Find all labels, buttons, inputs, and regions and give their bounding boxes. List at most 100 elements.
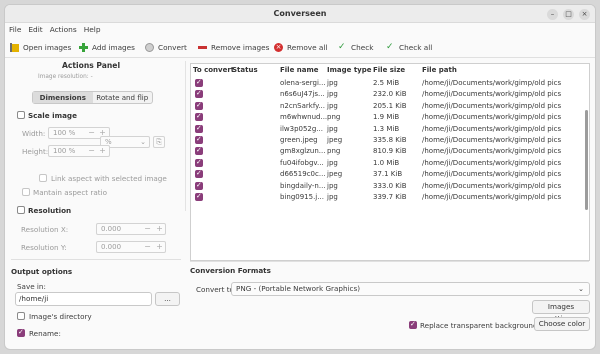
menu-help[interactable]: Help (80, 23, 104, 34)
open-images-button[interactable]: Open images (10, 41, 71, 53)
close-icon[interactable]: × (579, 9, 590, 20)
tab-rotate-flip[interactable]: Rotate and flip (93, 92, 153, 103)
row-file-path: /home/ji/Documents/work/gimp/old pics (422, 101, 562, 110)
save-in-value: /home/ji (19, 294, 49, 303)
row-checkbox[interactable] (195, 89, 203, 99)
remove-images-button[interactable]: Remove images (198, 41, 269, 53)
unit-link-icon[interactable]: ⎘ (153, 136, 165, 148)
menu-actions[interactable]: Actions (46, 23, 80, 34)
table-row[interactable]: n6s6uJ47js...jpg 232.0 KiB/home/ji/Docume… (191, 89, 581, 100)
maintain-aspect-checkbox[interactable] (22, 188, 30, 196)
remove-all-button[interactable]: × Remove all (274, 41, 327, 53)
add-images-button[interactable]: Add images (79, 41, 135, 53)
output-options-title: Output options (11, 267, 73, 276)
menu-edit[interactable]: Edit (24, 23, 45, 34)
scale-image-checkbox[interactable] (17, 111, 25, 119)
menu-file[interactable]: File (5, 23, 24, 34)
resolution-y-decrease-button[interactable]: − (143, 242, 152, 252)
row-file-path: /home/ji/Documents/work/gimp/old pics (422, 193, 562, 201)
actions-panel-title: Actions Panel (62, 61, 121, 70)
col-file-name[interactable]: File name (280, 66, 319, 74)
check-button[interactable]: ✓ Check (338, 41, 373, 53)
titlebar: Converseen – □ × (5, 5, 595, 23)
col-to-convert[interactable]: To convert (193, 66, 234, 74)
format-value: PNG - (Portable Network Graphics) (236, 284, 361, 293)
row-image-type: jpg (327, 90, 338, 99)
resolution-checkbox[interactable] (17, 206, 25, 214)
height-label: Height: (22, 147, 49, 156)
row-file-size: 2.5 MiB (373, 79, 400, 87)
table-row[interactable]: ilw3p052g... jpg 1.3 MiB/home/ji/Documents… (191, 124, 581, 135)
col-file-path[interactable]: File path (422, 66, 457, 74)
save-in-field[interactable]: /home/ji (15, 292, 152, 306)
row-file-name: ilw3p052g... (280, 124, 323, 133)
width-decrease-button[interactable]: − (87, 128, 96, 138)
maximize-icon[interactable]: □ (563, 9, 574, 20)
table-row[interactable]: gm8xglzun...png 810.9 KiB/home/ji/Documen… (191, 146, 581, 157)
window-title: Converseen (273, 9, 327, 18)
chevron-down-icon: ⌄ (140, 138, 146, 146)
panel-splitter[interactable] (185, 61, 186, 211)
row-checkbox[interactable] (195, 135, 203, 144)
minimize-icon[interactable]: – (547, 9, 558, 20)
row-file-path: /home/ji/Documents/work/gimp/old pics (422, 113, 562, 122)
resolution-label: Resolution (28, 206, 72, 215)
height-increase-button[interactable]: + (98, 146, 107, 156)
table-scrollbar[interactable] (585, 110, 588, 210)
images-directory-checkbox[interactable] (17, 312, 25, 320)
table-row[interactable]: d66519c0c...jpeg 37.1 KiB/home/ji/Documen… (191, 169, 581, 180)
col-file-size[interactable]: File size (373, 66, 405, 74)
actions-tabs: Dimensions Rotate and flip (32, 91, 153, 104)
actions-panel: Actions Panel Image resolution: - Dimens… (5, 57, 185, 349)
browse-button[interactable]: ... (155, 292, 180, 306)
row-checkbox[interactable] (195, 146, 203, 156)
row-image-type: jpg (327, 181, 338, 190)
row-file-path: /home/ji/Documents/work/gimp/old pics (422, 79, 562, 87)
resolution-y-increase-button[interactable]: + (155, 242, 164, 252)
row-file-path: /home/ji/Documents/work/gimp/old pics (422, 158, 562, 167)
row-checkbox[interactable] (195, 101, 203, 110)
row-checkbox[interactable] (195, 181, 203, 190)
replace-background-checkbox[interactable] (409, 320, 417, 329)
row-checkbox[interactable] (195, 124, 203, 133)
tab-dimensions[interactable]: Dimensions (33, 92, 93, 103)
images-settings-button[interactable]: Images settings (532, 300, 590, 323)
chevron-down-icon: ⌄ (577, 284, 584, 293)
row-file-name: gm8xglzun... (280, 147, 326, 156)
row-checkbox[interactable] (195, 192, 203, 201)
row-file-size: 232.0 KiB (373, 90, 407, 99)
row-file-name: n2cnSarkfy... (280, 101, 326, 110)
link-aspect-checkbox[interactable] (39, 174, 47, 182)
table-row[interactable]: bing0915.j...jpg 339.7 KiB/home/ji/Docume… (191, 192, 581, 203)
output-divider (11, 259, 181, 260)
row-checkbox[interactable] (195, 158, 203, 167)
choose-color-button[interactable]: Choose color (534, 317, 590, 331)
table-row[interactable]: fu04ifobgv...jpg 1.0 MiB/home/ji/Document… (191, 158, 581, 169)
check-label: Check (351, 42, 374, 52)
row-file-size: 37.1 KiB (373, 170, 403, 179)
resolution-x-increase-button[interactable]: + (155, 224, 164, 234)
check-all-button[interactable]: ✓ Check all (386, 41, 432, 53)
replace-background-label: Replace transparent background (420, 321, 538, 330)
row-checkbox[interactable] (195, 112, 203, 122)
format-dropdown[interactable]: PNG - (Portable Network Graphics) ⌄ (231, 282, 590, 296)
table-row[interactable]: bingdaily-n...jpg 333.0 KiB/home/ji/Docum… (191, 181, 581, 192)
convert-icon (145, 42, 154, 52)
table-row[interactable]: olena-sergi...jpg 2.5 MiB/home/ji/Documen… (191, 78, 581, 89)
col-image-type[interactable]: Image type (327, 66, 372, 74)
table-row[interactable]: m6whwnud...png 1.9 MiB/home/ji/Documents/… (191, 112, 581, 123)
table-row[interactable]: green.jpeg jpeg 335.8 KiB/home/ji/Document… (191, 135, 581, 146)
convert-button[interactable]: Convert (145, 41, 187, 53)
check-all-label: Check all (399, 42, 433, 52)
add-images-label: Add images (92, 42, 135, 52)
row-file-name: bingdaily-n... (280, 181, 326, 190)
col-status[interactable]: Status (232, 66, 258, 74)
resolution-x-decrease-button[interactable]: − (143, 224, 152, 234)
row-checkbox[interactable] (195, 78, 203, 87)
rename-checkbox[interactable] (17, 328, 25, 337)
height-decrease-button[interactable]: − (87, 146, 96, 156)
row-file-size: 205.1 KiB (373, 101, 407, 110)
save-in-label: Save in: (17, 282, 46, 291)
row-checkbox[interactable] (195, 169, 203, 179)
table-row[interactable]: n2cnSarkfy...jpg 205.1 KiB/home/ji/Docume… (191, 101, 581, 112)
